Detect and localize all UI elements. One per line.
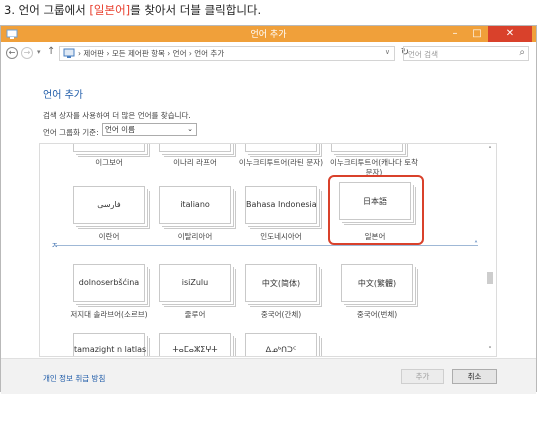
language-list: 이그보어 이나리 라프어 이누크티투트어(라틴 문자) 이누크티투트어(캐나다 … <box>39 143 497 357</box>
language-tile-indonesian[interactable]: Bahasa Indonesia <box>245 186 317 224</box>
group-by-select[interactable]: 언어 이름 ⌄ <box>102 123 197 136</box>
scroll-down-icon[interactable]: ˅ <box>484 346 496 354</box>
dialog-footer: 개인 정보 취급 방침 추가 취소 <box>1 358 536 394</box>
back-button[interactable]: ← <box>6 47 18 59</box>
group-separator <box>54 245 478 246</box>
vertical-scrollbar[interactable]: ˄ ˅ <box>484 144 496 356</box>
scroll-up-icon[interactable]: ˄ <box>484 146 496 154</box>
language-tile[interactable] <box>331 144 403 152</box>
search-icon[interactable]: ⌕ <box>519 47 525 58</box>
minimize-button[interactable]: – <box>444 26 466 42</box>
language-tile-chinese-simplified[interactable]: 中文(简体) <box>245 264 317 302</box>
language-tile-zulu[interactable]: isiZulu <box>159 264 231 302</box>
page-description: 검색 상자를 사용하여 더 많은 언어를 찾습니다. <box>43 111 191 120</box>
language-native-name: dolnoserbšćina <box>78 278 140 287</box>
language-native-name: 中文(简体) <box>261 279 301 288</box>
address-dropdown-icon[interactable]: ∨ <box>385 48 390 56</box>
maximize-button[interactable]: □ <box>466 26 488 42</box>
title-bar[interactable]: 언어 추가 – □ ✕ <box>1 26 536 42</box>
instruction-caption: 3. 언어 그룹에서 [일본어]를 찾아서 더블 클릭합니다. <box>4 2 261 18</box>
group-by-label: 언어 그룹화 기준: <box>43 128 99 137</box>
forward-button[interactable]: → <box>21 47 33 59</box>
language-native-name: 中文(繁體) <box>357 279 397 288</box>
collapse-group-icon[interactable]: ˄ <box>474 240 478 249</box>
main-content: 언어 추가 검색 상자를 사용하여 더 많은 언어를 찾습니다. 언어 그룹화 … <box>1 66 536 394</box>
language-native-name: فارسی <box>97 200 121 209</box>
language-label: 이란어 <box>98 232 120 241</box>
language-tile[interactable] <box>159 144 231 152</box>
language-tile-italian[interactable]: italiano <box>159 186 231 224</box>
language-label: 이그보어 <box>95 158 123 167</box>
language-native-name: Bahasa Indonesia <box>246 200 317 209</box>
language-label: 인도네시아어 <box>260 232 302 241</box>
close-button[interactable]: ✕ <box>488 26 532 42</box>
up-button[interactable]: ↑ <box>47 46 55 57</box>
search-placeholder: 언어 검색 <box>408 50 438 59</box>
language-label: 중국어(간체) <box>260 310 302 319</box>
scroll-thumb[interactable] <box>487 272 493 284</box>
language-label: 저지대 솔라브어(소르브) <box>70 310 148 319</box>
control-panel-icon <box>63 48 75 58</box>
language-label: 이탈리아어 <box>177 232 213 241</box>
language-tile-chinese-traditional[interactable]: 中文(繁體) <box>341 264 413 302</box>
language-tile-inuktitut[interactable]: ᐃᓄᒃᑎᑐᑦ <box>245 333 317 356</box>
language-native-name: ⵜⴰⵎⴰⵣⵉⵖⵜ <box>172 345 218 354</box>
recent-locations-icon[interactable]: ▾ <box>37 48 41 56</box>
language-label: 중국어(번체) <box>356 310 398 319</box>
language-native-name: isiZulu <box>181 278 209 287</box>
language-tile-persian[interactable]: فارسی <box>73 186 145 224</box>
language-label: 줄루어 <box>184 310 206 319</box>
language-native-name: ᐃᓄᒃᑎᑐᑦ <box>265 345 297 354</box>
language-native-name: tamazight n latlas <box>74 345 147 354</box>
address-field[interactable]: › 제어판 › 모든 제어판 항목 › 언어 › 언어 추가 ∨ <box>59 46 395 61</box>
cancel-button[interactable]: 취소 <box>452 369 497 384</box>
language-native-name: italiano <box>180 200 210 209</box>
breadcrumb[interactable]: › 제어판 › 모든 제어판 항목 › 언어 › 언어 추가 <box>78 48 224 59</box>
caption-suffix: 를 찾아서 더블 클릭합니다. <box>130 3 262 17</box>
japanese-highlight-box <box>328 175 424 245</box>
language-tile-tamazight-tifinagh[interactable]: ⵜⴰⵎⴰⵣⵉⵖⵜ <box>159 333 231 356</box>
add-button[interactable]: 추가 <box>401 369 444 384</box>
language-tile[interactable] <box>245 144 317 152</box>
group-by-value: 언어 이름 <box>105 125 135 134</box>
chevron-down-icon: ⌄ <box>187 125 193 133</box>
language-label: 이나리 라프어 <box>173 158 217 167</box>
search-input[interactable]: 언어 검색 ⌕ <box>403 46 529 61</box>
language-tile-tamazight-latin[interactable]: tamazight n latlas <box>73 333 147 356</box>
add-language-window: 언어 추가 – □ ✕ ← → ▾ ↑ › 제어판 › 모든 제어판 항목 › … <box>0 25 537 394</box>
language-tile[interactable] <box>73 144 145 152</box>
caption-prefix: 3. 언어 그룹에서 <box>4 3 90 17</box>
caption-highlight: [일본어] <box>89 3 131 17</box>
privacy-link[interactable]: 개인 정보 취급 방침 <box>43 373 105 384</box>
language-tile-lower-sorbian[interactable]: dolnoserbšćina <box>73 264 145 302</box>
language-label: 이누크티투트어(라틴 문자) <box>238 158 324 167</box>
page-title: 언어 추가 <box>43 90 83 101</box>
navigation-bar: ← → ▾ ↑ › 제어판 › 모든 제어판 항목 › 언어 › 언어 추가 ∨… <box>1 43 536 65</box>
